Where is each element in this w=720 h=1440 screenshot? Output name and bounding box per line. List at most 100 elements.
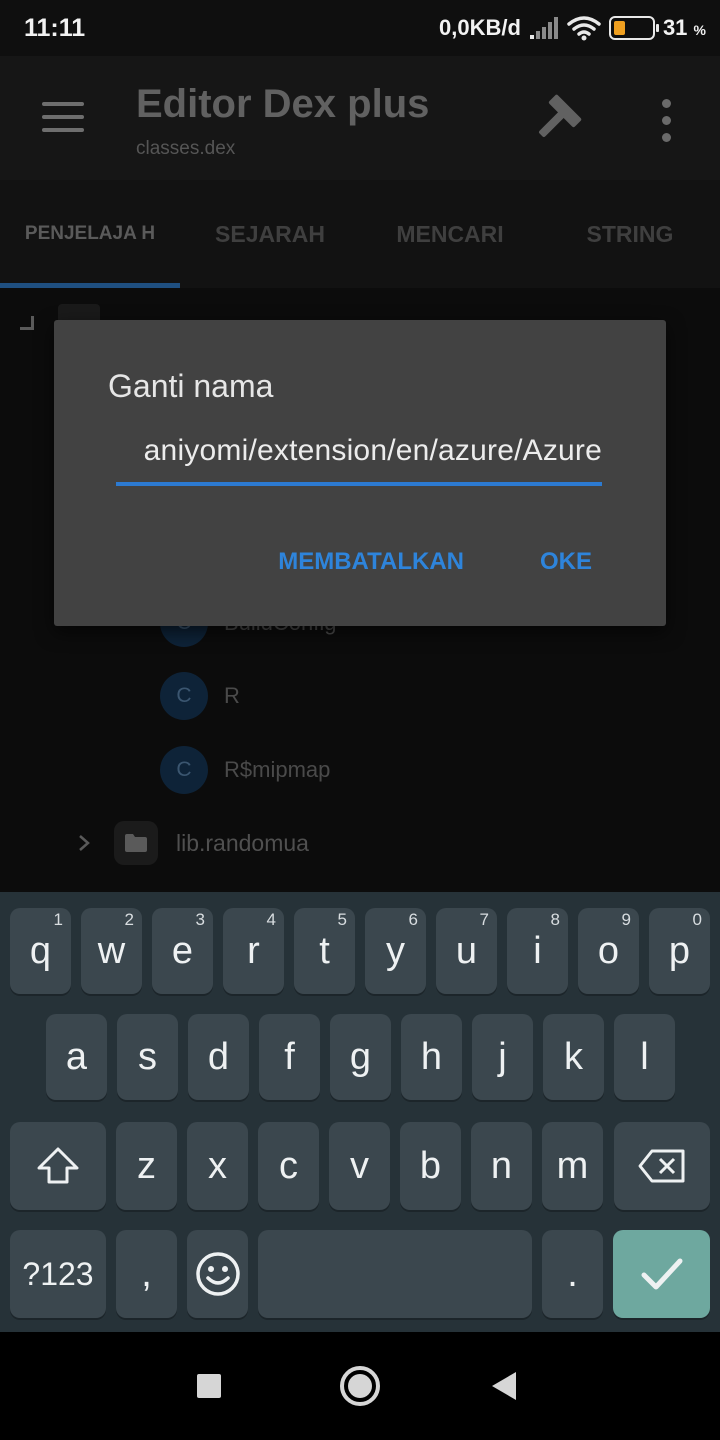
emoji-key[interactable] (187, 1230, 248, 1318)
key-label: z (137, 1144, 156, 1187)
key-label: r (247, 929, 260, 972)
key-label: f (284, 1035, 295, 1078)
key-label: p (668, 929, 691, 972)
wifi-icon (567, 16, 601, 41)
key-b[interactable]: b (400, 1122, 461, 1210)
key-label: b (419, 1144, 442, 1187)
navigation-bar (0, 1332, 720, 1440)
key-q[interactable]: q1 (10, 908, 71, 994)
recent-apps-button[interactable] (197, 1374, 221, 1398)
app-subtitle: classes.dex (136, 138, 236, 159)
shift-key[interactable] (10, 1122, 106, 1210)
key-label: w (97, 929, 126, 972)
key-hint: 2 (124, 910, 134, 929)
hammer-icon[interactable] (528, 88, 588, 148)
key-k[interactable]: k (543, 1014, 604, 1100)
more-options-icon[interactable] (646, 92, 686, 148)
key-t[interactable]: t5 (294, 908, 355, 994)
backspace-icon (638, 1149, 685, 1183)
status-indicators: 0,0KB/d 31 % (439, 12, 706, 44)
tab-mencari[interactable]: MENCARI (360, 180, 540, 288)
key-a[interactable]: a (46, 1014, 107, 1100)
hamburger-menu-icon[interactable] (30, 92, 96, 142)
battery-level-fill (613, 21, 626, 35)
key-label: c (279, 1144, 298, 1187)
key-h[interactable]: h (401, 1014, 462, 1100)
list-item[interactable]: C R (160, 671, 240, 721)
symbols-key[interactable]: ?123 (10, 1230, 106, 1318)
key-label: l (640, 1035, 649, 1078)
key-label: o (597, 929, 620, 972)
key-hint: 5 (337, 910, 347, 929)
key-f[interactable]: f (259, 1014, 320, 1100)
rename-dialog: Ganti nama aniyomi/extension/en/azure/Az… (54, 320, 666, 626)
key-label: x (208, 1144, 227, 1187)
shift-icon (37, 1147, 79, 1184)
key-p[interactable]: p0 (649, 908, 710, 994)
class-badge: C (160, 746, 208, 794)
key-j[interactable]: j (472, 1014, 533, 1100)
key-g[interactable]: g (330, 1014, 391, 1100)
key-label: e (171, 929, 194, 972)
ok-button[interactable]: OKE (540, 548, 592, 576)
key-z[interactable]: z (116, 1122, 177, 1210)
key-o[interactable]: o9 (578, 908, 639, 994)
cancel-button[interactable]: MEMBATALKAN (278, 548, 464, 576)
key-label: y (386, 929, 405, 972)
key-label: a (65, 1035, 88, 1078)
comma-key[interactable]: , (116, 1230, 177, 1318)
enter-key[interactable] (613, 1230, 710, 1318)
home-button[interactable] (340, 1366, 380, 1406)
key-label: d (207, 1035, 230, 1078)
key-hint: 0 (692, 910, 702, 929)
key-r[interactable]: r4 (223, 908, 284, 994)
space-key[interactable] (258, 1230, 532, 1318)
class-badge: C (160, 672, 208, 720)
key-m[interactable]: m (542, 1122, 603, 1210)
tab-sejarah[interactable]: SEJARAH (180, 180, 360, 288)
backspace-key[interactable] (614, 1122, 710, 1210)
rename-input[interactable]: aniyomi/extension/en/azure/Azure (116, 426, 602, 486)
key-v[interactable]: v (329, 1122, 390, 1210)
list-item[interactable]: C R$mipmap (160, 745, 330, 795)
class-name: R$mipmap (224, 757, 331, 782)
key-hint: 9 (621, 910, 631, 929)
network-speed: 0,0KB/d (439, 15, 521, 40)
key-d[interactable]: d (188, 1014, 249, 1100)
key-x[interactable]: x (187, 1122, 248, 1210)
key-label: g (349, 1035, 372, 1078)
key-label: m (556, 1144, 589, 1187)
signal-icon (529, 17, 558, 39)
status-time: 11:11 (24, 14, 86, 42)
key-label: k (564, 1035, 583, 1078)
key-i[interactable]: i8 (507, 908, 568, 994)
key-s[interactable]: s (117, 1014, 178, 1100)
key-hint: 7 (479, 910, 489, 929)
chevron-right-icon[interactable] (74, 833, 94, 853)
tab-penjelajah[interactable]: PENJELAJA H (0, 180, 180, 288)
key-c[interactable]: c (258, 1122, 319, 1210)
key-label: n (490, 1144, 513, 1187)
key-label: s (138, 1035, 157, 1078)
key-w[interactable]: w2 (81, 908, 142, 994)
key-e[interactable]: e3 (152, 908, 213, 994)
soft-keyboard: ?123 , . q1w2e3r4t5y6u7i8o9p0asdfghjklzx… (0, 892, 720, 1332)
period-key[interactable]: . (542, 1230, 603, 1318)
folder-row[interactable]: lib.randomua (74, 818, 309, 868)
tree-branch-icon (20, 316, 34, 330)
key-y[interactable]: y6 (365, 908, 426, 994)
back-button[interactable] (492, 1372, 516, 1400)
battery-icon (608, 16, 659, 40)
battery-percent-value: 31 (662, 15, 688, 40)
key-l[interactable]: l (614, 1014, 675, 1100)
key-u[interactable]: u7 (436, 908, 497, 994)
dialog-actions: MEMBATALKAN OKE (278, 548, 592, 576)
key-label: j (498, 1035, 507, 1078)
battery-percent: 31 % (663, 15, 706, 41)
folder-icon (114, 821, 158, 865)
status-bar: 11:11 0,0KB/d 31 % (0, 0, 720, 56)
key-n[interactable]: n (471, 1122, 532, 1210)
key-hint: 4 (266, 910, 276, 929)
tab-string[interactable]: STRING (540, 180, 720, 288)
rename-input-value: aniyomi/extension/en/azure/Azure (143, 434, 602, 467)
